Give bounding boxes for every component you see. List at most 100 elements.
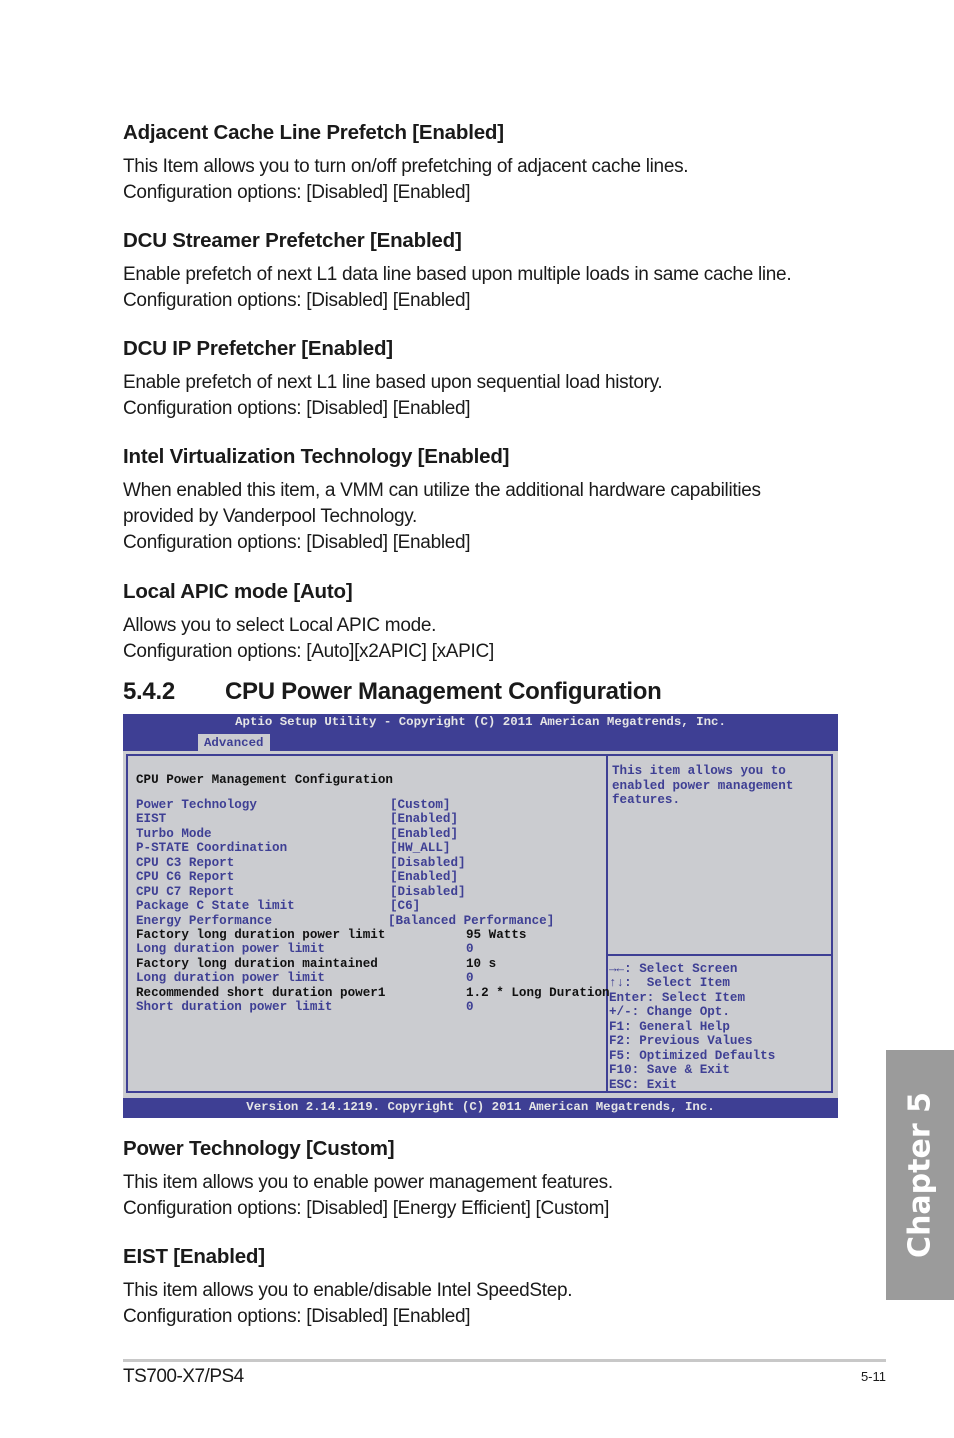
bios-key-hint: F10: Save & Exit xyxy=(609,1063,730,1078)
bios-setting-row[interactable]: Long duration power limit 0 xyxy=(136,942,606,956)
section-title: DCU IP Prefetcher [Enabled] xyxy=(123,337,393,360)
subsection-title: CPU Power Management Configuration xyxy=(225,678,662,705)
subsection-heading: 5.4.2 CPU Power Management Configuration xyxy=(123,676,662,708)
bios-title: Aptio Setup Utility - Copyright (C) 2011… xyxy=(235,715,726,729)
bios-setting-row[interactable]: CPU C6 Report [Enabled] xyxy=(136,870,606,884)
section-adjacent-cache-line-prefetch: Adjacent Cache Line Prefetch [Enabled] T… xyxy=(123,120,843,206)
section-title: DCU Streamer Prefetcher [Enabled] xyxy=(123,229,462,252)
bios-version-bar: Version 2.14.1219. Copyright (C) 2011 Am… xyxy=(123,1098,838,1118)
bios-setting-label: Factory long duration power limit xyxy=(136,927,386,942)
section-description: This Item allows you to turn on/off pref… xyxy=(123,156,689,177)
bios-setting-label: Long duration power limit xyxy=(136,971,325,986)
bios-setting-value: 10 s xyxy=(466,956,497,971)
bios-setting-value[interactable]: [C6] xyxy=(390,899,420,913)
section-options: Configuration options: [Disabled] [Enabl… xyxy=(123,532,471,553)
bios-setting-row: Recommended short duration power1 1.2 * L… xyxy=(136,985,610,1000)
bios-setting-label: Power Technology xyxy=(136,798,257,812)
section-title: Local APIC mode [Auto] xyxy=(123,580,353,603)
bios-key-hint: Enter: Select Item xyxy=(609,990,746,1005)
bios-setting-value[interactable]: [Custom] xyxy=(390,798,450,812)
footer-page-number: 5-11 xyxy=(860,1369,886,1384)
section-description: This item allows you to enable/disable I… xyxy=(123,1280,573,1301)
bios-setting-row: Factory long duration maintained 10 s xyxy=(136,957,606,971)
section-description: When enabled this item, a VMM can utiliz… xyxy=(123,480,761,501)
bios-key-hint: F2: Previous Values xyxy=(609,1034,753,1049)
section-eist: EIST [Enabled] This item allows you to e… xyxy=(123,1244,843,1330)
bios-setting-label: Short duration power limit xyxy=(136,1000,333,1015)
bios-setting-label: Package C State limit xyxy=(136,899,295,914)
bios-setting-row[interactable]: CPU C7 Report [Disabled] xyxy=(136,885,606,899)
bios-setting-row[interactable]: Power Technology [Custom] xyxy=(136,798,606,812)
bios-keys-panel: →←: Select Screen ↑↓: Select Item Enter: S… xyxy=(608,956,831,1092)
section-dcu-streamer-prefetcher: DCU Streamer Prefetcher [Enabled] Enable… xyxy=(123,228,843,314)
section-intel-virtualization: Intel Virtualization Technology [Enabled… xyxy=(123,444,843,556)
bios-setting-label: CPU C3 Report xyxy=(136,855,235,870)
bios-setting-label: Recommended short duration power1 xyxy=(136,985,386,1000)
section-title: Intel Virtualization Technology [Enabled… xyxy=(123,445,510,468)
section-options: Configuration options: [Disabled] [Enabl… xyxy=(123,290,471,311)
bios-frame: CPU Power Management Configuration Power… xyxy=(126,754,833,1093)
section-title: Power Technology [Custom] xyxy=(123,1137,395,1160)
bios-setting-label: Factory long duration maintained xyxy=(136,956,378,971)
bios-setting-row[interactable]: Package C State limit [C6] xyxy=(136,899,606,913)
bios-setting-value[interactable]: [Disabled] xyxy=(390,885,466,899)
bios-setting-row[interactable]: EIST [Enabled] xyxy=(136,812,606,826)
bios-key-hint: F1: General Help xyxy=(609,1019,730,1034)
bios-setting-value[interactable]: [Enabled] xyxy=(390,812,458,826)
bios-setting-label: P-STATE Coordination xyxy=(136,841,288,856)
bios-key-hint: F5: Optimized Defaults xyxy=(609,1048,776,1063)
bios-setting-row[interactable]: Turbo Mode [Enabled] xyxy=(136,827,606,841)
bios-setting-row: Factory long duration power limit 95 Watt… xyxy=(136,928,606,942)
bios-setting-label: CPU C7 Report xyxy=(136,884,235,899)
section-description-cont: provided by Vanderpool Technology. xyxy=(123,506,418,527)
chapter-tab: Chapter 5 xyxy=(886,1050,954,1300)
bios-help-panel: This item allows you to enabled power ma… xyxy=(608,756,831,956)
section-options: Configuration options: [Disabled] [Enabl… xyxy=(123,182,471,203)
bios-setting-label: Turbo Mode xyxy=(136,826,212,841)
bios-setting-value: 95 Watts xyxy=(466,927,527,942)
section-options: Configuration options: [Disabled] [Energ… xyxy=(123,1198,610,1219)
bios-setting-row[interactable]: Energy Performance [Balanced Performance] xyxy=(136,914,606,928)
section-power-technology: Power Technology [Custom] This item allo… xyxy=(123,1136,843,1222)
bios-setting-value[interactable]: 0 xyxy=(466,1000,474,1014)
bios-setting-label: Energy Performance xyxy=(136,913,273,928)
bios-setting-value[interactable]: 0 xyxy=(466,971,474,985)
section-description: Allows you to select Local APIC mode. xyxy=(123,615,437,636)
section-local-apic-mode: Local APIC mode [Auto] Allows you to sel… xyxy=(123,579,843,665)
chapter-label: Chapter 5 xyxy=(902,1092,938,1258)
section-options: Configuration options: [Auto][x2APIC] [x… xyxy=(123,641,494,662)
bios-setting-value[interactable]: [Balanced Performance] xyxy=(388,914,554,928)
section-options: Configuration options: [Disabled] [Enabl… xyxy=(123,398,471,419)
bios-setting-value[interactable]: [Enabled] xyxy=(390,827,458,841)
bios-setting-value[interactable]: [Enabled] xyxy=(390,870,458,884)
tab-advanced[interactable]: Advanced xyxy=(198,734,270,751)
section-description: Enable prefetch of next L1 data line bas… xyxy=(123,264,792,285)
section-description: This item allows you to enable power man… xyxy=(123,1172,613,1193)
bios-key-legend: →←: Select Screen ↑↓: Select Item Enter: S… xyxy=(609,962,775,1092)
bios-key-hint: ESC: Exit xyxy=(609,1077,678,1092)
footer-divider xyxy=(123,1359,886,1362)
bios-setting-label: Long duration power limit xyxy=(136,942,325,957)
bios-header-bar: Aptio Setup Utility - Copyright (C) 2011… xyxy=(123,714,838,751)
bios-key-hint: +/-: Change Opt. xyxy=(609,1005,730,1020)
bios-setting-row[interactable]: Short duration power limit 0 xyxy=(136,1000,606,1014)
bios-setting-label: EIST xyxy=(136,812,167,827)
section-options: Configuration options: [Disabled] [Enabl… xyxy=(123,1306,471,1327)
bios-setting-row[interactable]: CPU C3 Report [Disabled] xyxy=(136,856,606,870)
section-title: Adjacent Cache Line Prefetch [Enabled] xyxy=(123,121,504,144)
bios-settings-panel: CPU Power Management Configuration Power… xyxy=(128,756,610,1091)
bios-key-hint: ↑↓: Select Item xyxy=(609,976,730,991)
bios-setting-value[interactable]: 0 xyxy=(466,942,474,956)
bios-help-text: This item allows you to enabled power ma… xyxy=(612,764,794,808)
subsection-number: 5.4.2 xyxy=(123,678,175,705)
section-title: EIST [Enabled] xyxy=(123,1245,265,1268)
bios-setting-label: CPU C6 Report xyxy=(136,870,235,885)
bios-key-hint: →←: Select Screen xyxy=(609,962,738,976)
footer-model: TS700-X7/PS4 xyxy=(123,1366,244,1387)
bios-setting-value[interactable]: [HW_ALL] xyxy=(390,841,450,855)
bios-setting-row[interactable]: Long duration power limit 0 xyxy=(136,971,606,985)
bios-panel-heading: CPU Power Management Configuration xyxy=(136,773,393,787)
bios-setting-row[interactable]: P-STATE Coordination [HW_ALL] xyxy=(136,841,606,855)
bios-screenshot: Aptio Setup Utility - Copyright (C) 2011… xyxy=(123,714,838,1118)
bios-setting-value[interactable]: [Disabled] xyxy=(390,856,466,870)
